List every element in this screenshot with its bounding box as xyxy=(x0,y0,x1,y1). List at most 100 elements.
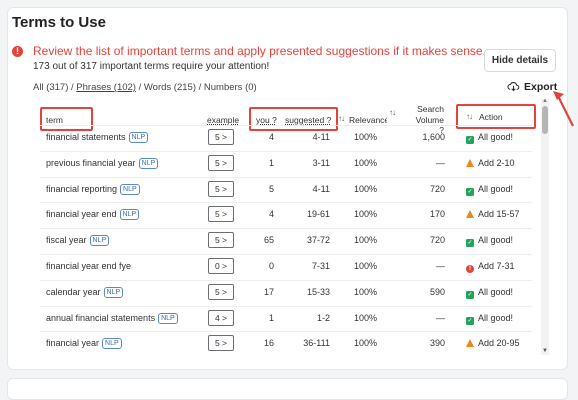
annotation-arrow-icon xyxy=(553,91,574,127)
term-text: financial reporting xyxy=(46,183,118,194)
action-text: All good! xyxy=(478,183,514,194)
you-count: 1 xyxy=(268,312,274,323)
search-volume-value: 590 xyxy=(429,286,445,297)
relevance-value: 100% xyxy=(353,338,377,349)
warning-icon xyxy=(466,210,474,219)
nlp-badge: NLP xyxy=(103,286,124,298)
action-cell: ✓ All good! xyxy=(466,184,513,196)
suggested-range: 1-2 xyxy=(316,312,330,323)
suggested-range: 19-61 xyxy=(306,209,330,220)
action-text: Add 15-57 xyxy=(478,209,520,220)
action-text: Add 7-31 xyxy=(478,261,515,271)
relevance-value: 100% xyxy=(353,312,377,323)
term-text: calendar year xyxy=(46,286,101,297)
term-cell: annual financial statements NLP xyxy=(46,312,178,324)
sort-icon[interactable]: ↑↓ xyxy=(338,114,345,123)
col-example[interactable]: example xyxy=(207,115,239,125)
example-button[interactable]: 5 > xyxy=(208,180,234,197)
term-cell: previous financial year NLP xyxy=(46,157,159,169)
relevance-value: 100% xyxy=(353,157,377,168)
relevance-value: 100% xyxy=(353,132,377,142)
scroll-down-icon[interactable]: ▼ xyxy=(542,348,548,354)
cloud-download-icon xyxy=(507,82,520,92)
action-cell: Add 15-57 xyxy=(466,209,520,219)
you-count: 1 xyxy=(268,157,274,168)
scrollbar-track[interactable] xyxy=(541,99,549,355)
you-count: 4 xyxy=(268,132,274,142)
example-button[interactable]: 0 > xyxy=(208,258,234,274)
you-count: 4 xyxy=(268,209,274,220)
you-count: 65 xyxy=(263,235,274,246)
nlp-badge: NLP xyxy=(89,235,110,247)
relevance-value: 100% xyxy=(353,183,377,194)
export-button[interactable]: Export xyxy=(507,80,557,93)
example-button[interactable]: 5 > xyxy=(208,206,234,223)
term-cell: financial year NLP xyxy=(46,338,122,350)
nlp-badge: NLP xyxy=(138,157,159,169)
search-volume-value: — xyxy=(436,312,445,323)
action-cell: Add 2-10 xyxy=(466,158,515,168)
suggested-range: 4-11 xyxy=(312,132,330,142)
action-text: All good! xyxy=(478,312,514,323)
nlp-badge: NLP xyxy=(102,338,122,350)
filter-phrases[interactable]: Phrases (102) xyxy=(76,82,136,93)
action-text: All good! xyxy=(478,235,514,246)
term-cell: financial year end NLP xyxy=(46,209,140,221)
alert-icon: ! xyxy=(12,46,23,57)
term-text: financial year xyxy=(46,338,100,349)
term-text: fiscal year xyxy=(46,235,87,246)
you-count: 17 xyxy=(263,286,274,297)
suggested-range: 7-31 xyxy=(311,261,330,271)
action-cell: ✓ All good! xyxy=(466,235,514,248)
suggested-range: 4-11 xyxy=(312,183,330,194)
check-icon: ✓ xyxy=(466,290,474,299)
alert-message: Review the list of important terms and a… xyxy=(33,44,486,58)
nlp-badge: NLP xyxy=(120,183,140,195)
scroll-up-icon[interactable]: ▲ xyxy=(542,98,548,104)
filter-bar: All (317) / Phrases (102) / Words (215) … xyxy=(33,82,257,93)
check-icon: ✓ xyxy=(466,187,474,196)
term-text: previous financial year xyxy=(46,157,136,168)
example-button[interactable]: 5 > xyxy=(208,335,234,352)
search-volume-value: 1,600 xyxy=(422,132,445,142)
hide-details-button[interactable]: Hide details xyxy=(484,49,556,72)
relevance-value: 100% xyxy=(353,235,377,246)
example-button[interactable]: 5 > xyxy=(208,154,234,171)
action-text: Add 2-10 xyxy=(478,157,515,168)
search-volume-value: — xyxy=(436,261,445,271)
example-button[interactable]: 5 > xyxy=(208,232,234,249)
term-cell: calendar year NLP xyxy=(46,286,124,298)
check-icon: ✓ xyxy=(466,136,474,144)
warning-icon xyxy=(466,158,474,167)
table-row xyxy=(40,228,532,253)
error-icon: ! xyxy=(466,265,474,273)
term-text: financial year end fye xyxy=(46,261,132,271)
check-icon: ✓ xyxy=(466,239,474,248)
term-cell: financial statements NLP xyxy=(46,132,149,143)
sort-icon[interactable]: ↑↓ xyxy=(389,108,396,117)
you-count: 16 xyxy=(263,338,274,349)
term-cell: financial reporting NLP xyxy=(46,183,140,195)
term-text: financial statements xyxy=(46,132,126,142)
suggested-range: 3-11 xyxy=(312,157,330,168)
example-button[interactable]: 5 > xyxy=(208,283,234,300)
filter-all[interactable]: All (317) xyxy=(33,82,68,93)
suggested-range: 37-72 xyxy=(306,235,330,246)
col-relevance[interactable]: Relevance xyxy=(349,115,387,125)
suggested-range: 15-33 xyxy=(306,286,330,297)
term-cell: financial year end fye xyxy=(46,261,131,271)
action-text: Add 20-95 xyxy=(478,338,520,349)
search-volume-value: 170 xyxy=(429,209,445,220)
term-cell: fiscal year NLP xyxy=(46,235,110,247)
you-count: 5 xyxy=(268,183,274,194)
relevance-value: 100% xyxy=(353,286,377,297)
scrollbar-thumb[interactable] xyxy=(542,106,548,134)
action-cell: ✓ All good! xyxy=(466,132,513,144)
action-text: All good! xyxy=(478,132,514,142)
action-cell: ✓ All good! xyxy=(466,313,513,325)
action-cell: Add 20-95 xyxy=(466,338,520,348)
example-button[interactable]: 5 > xyxy=(208,129,234,145)
term-text: annual financial statements xyxy=(46,312,156,323)
filter-words-numbers[interactable]: / Words (215) / Numbers (0) xyxy=(136,82,257,93)
example-button[interactable]: 4 > xyxy=(208,309,234,326)
